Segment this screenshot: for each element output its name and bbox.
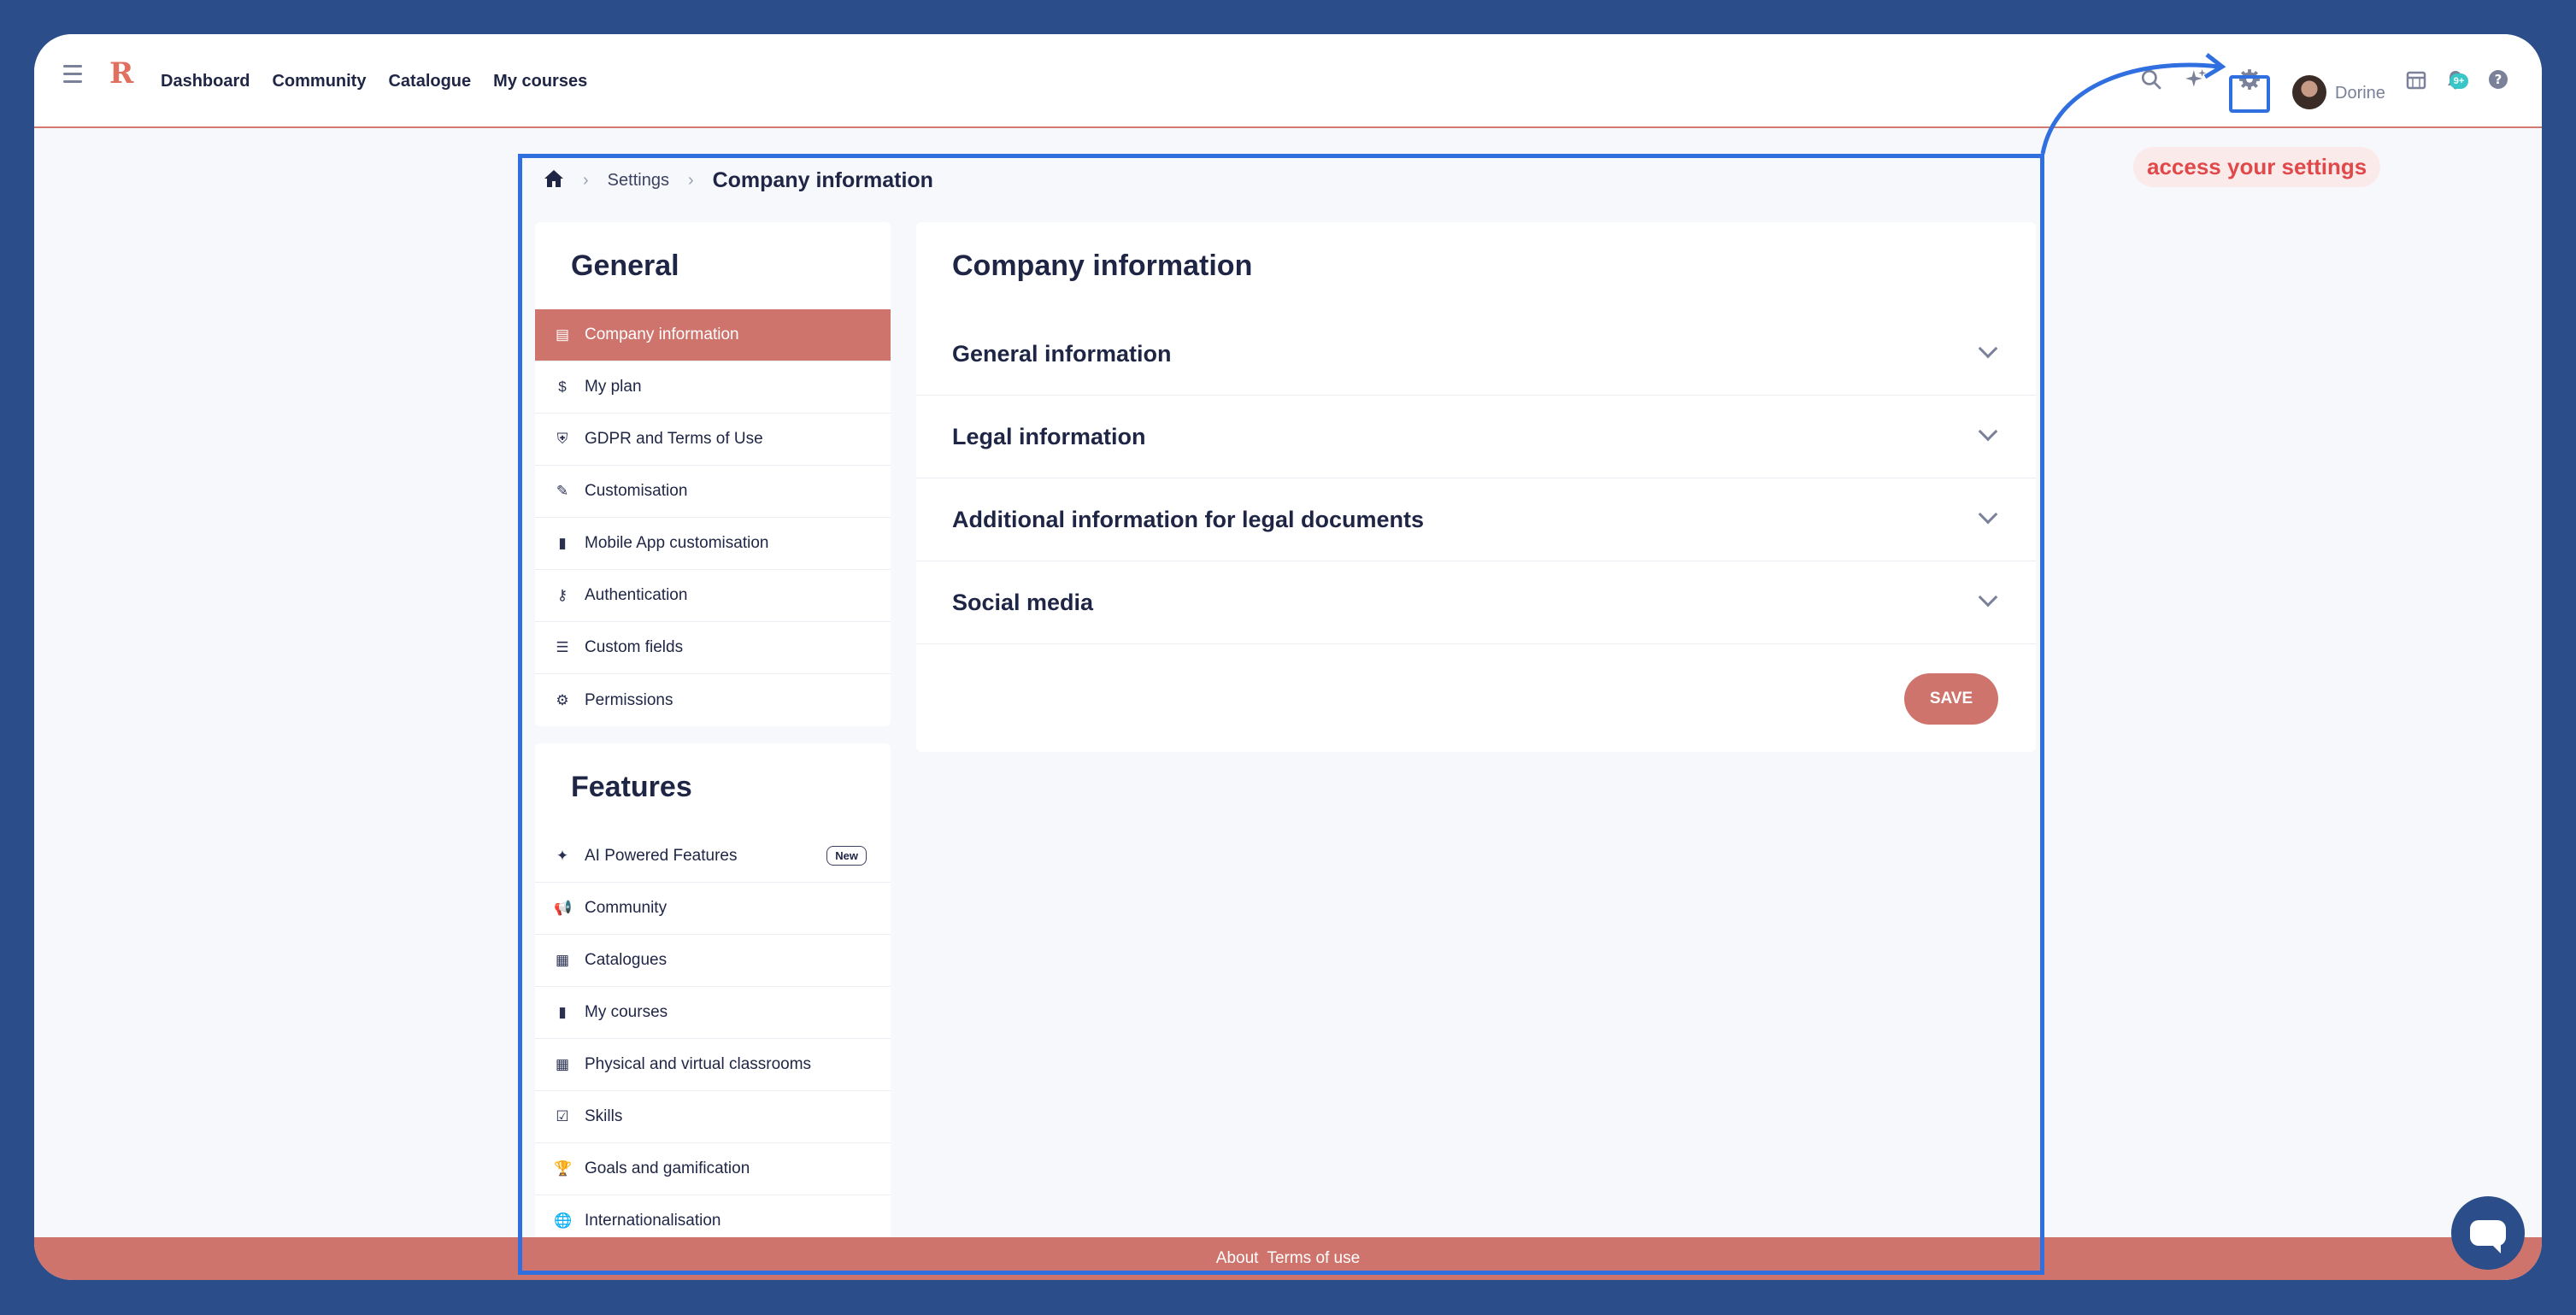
section-label: Legal information [952,423,1146,449]
sidebar-item-authentication[interactable]: ⚷ Authentication [535,570,891,622]
sidebar-item-gdpr[interactable]: ⛨ GDPR and Terms of Use [535,414,891,466]
chevron-down-icon[interactable] [1978,421,1998,442]
footer-about-link[interactable]: About [1216,1249,1259,1268]
sidebar-item-label: Catalogues [585,951,668,969]
table-icon: ☰ [556,639,569,655]
breadcrumb-separator: › [583,170,589,190]
section-legal-information[interactable]: Legal information [916,396,2036,478]
phone-icon: ▮ [558,535,567,551]
sidebar-features-title: Features [571,771,692,803]
sidebar-item-label: Mobile App customisation [585,534,769,552]
sidebar-item-ai-powered-features[interactable]: ✦ AI Powered Features New [535,831,891,883]
callout-label: access your settings [2133,147,2381,187]
nav-catalogue[interactable]: Catalogue [388,72,471,91]
main-panel: Company information General information … [916,222,2036,752]
notification-badge: 9+ [2450,73,2468,89]
sidebar-item-label: Internationalisation [585,1212,721,1230]
sidebar-item-custom-fields[interactable]: ☰ Custom fields [535,622,891,674]
megaphone-icon: 📢 [554,900,573,916]
section-label: Additional information for legal documen… [952,506,1425,532]
sidebar-item-my-courses[interactable]: ▮ My courses [535,987,891,1039]
section-additional-information[interactable]: Additional information for legal documen… [916,478,2036,561]
sidebar-item-label: My courses [585,1003,668,1021]
book-icon: ▮ [558,1004,567,1020]
breadcrumb-current: Company information [712,167,933,192]
new-badge: New [826,846,867,866]
nav-dashboard[interactable]: Dashboard [161,72,250,91]
page-title: Company information [952,249,1253,282]
sidebar-general-title: General [571,249,679,282]
brush-icon: ✎ [556,483,569,499]
sidebar-item-label: Goals and gamification [585,1159,750,1177]
section-label: Social media [952,589,1094,615]
sidebar-item-label: GDPR and Terms of Use [585,430,763,448]
app-window: R Dashboard Community Catalogue My cours… [34,34,2542,1280]
grid-icon: ▦ [555,952,570,968]
chat-bubble-icon [2470,1220,2506,1253]
save-button[interactable]: SAVE [1904,673,1998,725]
sidebar-item-goals[interactable]: 🏆 Goals and gamification [535,1143,891,1195]
sidebar-item-skills[interactable]: ☑ Skills [535,1091,891,1143]
footer: About Terms of use [34,1237,2542,1280]
sidebar-item-label: Company information [585,326,739,343]
sidebar-item-my-plan[interactable]: $ My plan [535,361,891,414]
avatar[interactable] [2292,75,2326,109]
svg-text:?: ? [2495,72,2502,87]
sidebar-item-mobile-app[interactable]: ▮ Mobile App customisation [535,518,891,570]
user-cog-icon: ⚙ [556,691,569,708]
key-icon: ⚷ [556,587,568,603]
sidebar-item-label: Customisation [585,482,688,500]
nav-community[interactable]: Community [272,72,366,91]
sidebar-item-classrooms[interactable]: ▦ Physical and virtual classrooms [535,1039,891,1091]
breadcrumb-separator: › [687,170,694,190]
sidebar-item-label: AI Powered Features [585,847,738,865]
calendar-icon: ▦ [555,1056,570,1072]
building-icon: ▤ [555,326,570,343]
username[interactable]: Dorine [2335,84,2385,103]
calendar-icon[interactable] [2402,65,2431,94]
chat-button[interactable] [2451,1196,2525,1270]
sidebar-item-company-information[interactable]: ▤ Company information [535,309,891,361]
menu-icon[interactable] [63,65,82,83]
sidebar-item-community[interactable]: 📢 Community [535,883,891,935]
sidebar-item-label: Custom fields [585,638,684,656]
sidebar-item-label: Permissions [585,690,673,709]
footer-terms-link[interactable]: Terms of use [1267,1249,1360,1268]
section-general-information[interactable]: General information [916,313,2036,396]
logo[interactable]: R [109,56,133,91]
nav-my-courses[interactable]: My courses [493,72,587,91]
sidebar-item-label: Authentication [585,586,688,604]
chevron-down-icon[interactable] [1978,504,1998,525]
breadcrumb: › Settings › Company information [544,167,933,193]
ai-sparkle-icon: ✦ [556,848,569,864]
shield-icon: ⛨ [556,431,568,447]
home-icon[interactable] [544,169,564,192]
chevron-down-icon[interactable] [1978,587,1998,608]
section-social-media[interactable]: Social media [916,561,2036,644]
sidebar-item-permissions[interactable]: ⚙ Permissions [535,674,891,726]
sidebar-item-label: Skills [585,1107,623,1125]
sidebar-general: General ▤ Company information $ My plan ⛨ G… [535,222,891,726]
chevron-down-icon[interactable] [1978,338,1998,359]
dollar-icon: $ [558,379,567,395]
sidebar-item-catalogues[interactable]: ▦ Catalogues [535,935,891,987]
globe-icon: 🌐 [554,1212,573,1229]
sidebar-item-label: My plan [585,378,642,396]
arrow-annotation [2040,53,2226,155]
sidebar-item-customisation[interactable]: ✎ Customisation [535,466,891,518]
section-label: General information [952,340,1172,367]
breadcrumb-settings[interactable]: Settings [608,171,669,191]
help-icon[interactable]: ? [2484,65,2513,94]
skills-icon: ☑ [556,1108,569,1124]
trophy-icon: 🏆 [554,1160,573,1177]
main-nav: Dashboard Community Catalogue My courses [161,34,587,128]
sidebar-features: Features ✦ AI Powered Features New 📢 Commun… [535,743,891,1280]
sidebar-item-label: Physical and virtual classrooms [585,1055,812,1073]
sidebar-item-label: Community [585,899,668,917]
